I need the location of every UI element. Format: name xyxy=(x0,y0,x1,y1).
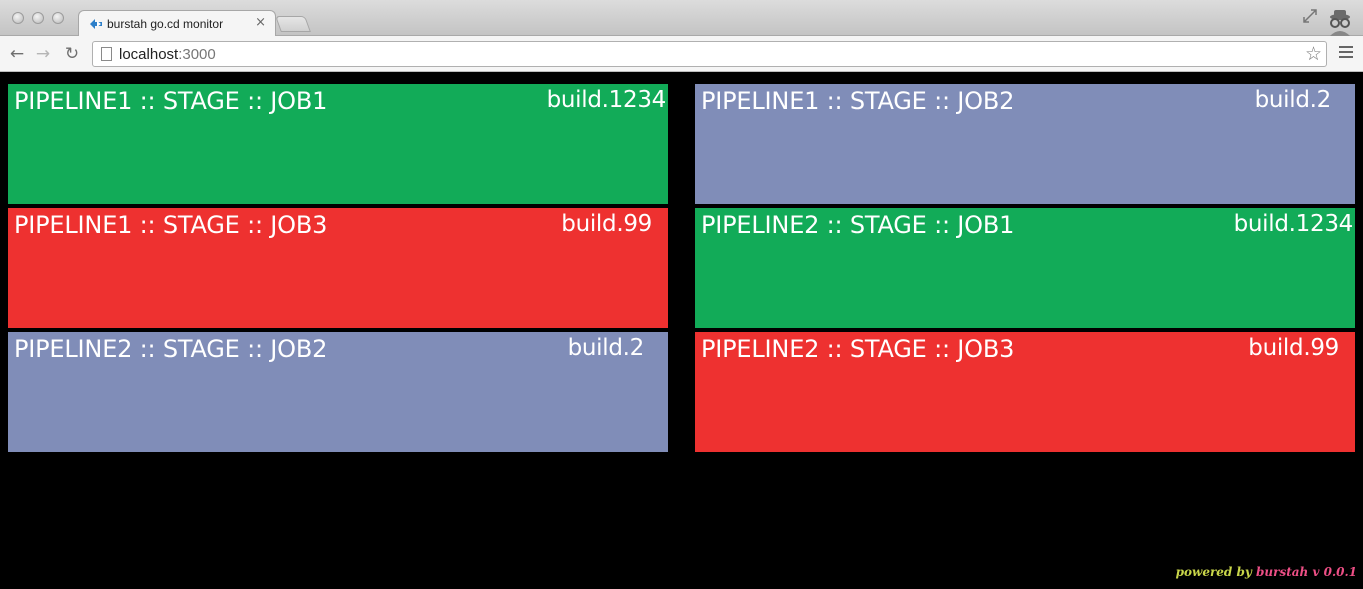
page-icon xyxy=(101,47,112,61)
job-name: PIPELINE1 :: STAGE :: JOB1 xyxy=(14,87,328,115)
job-tile[interactable]: PIPELINE2 :: STAGE :: JOB1 build.1234 xyxy=(695,208,1355,328)
brand-version-link[interactable]: burstah v 0.0.1 xyxy=(1256,565,1357,579)
url-text: localhost:3000 xyxy=(119,46,216,63)
job-tile[interactable]: PIPELINE1 :: STAGE :: JOB3 build.99 xyxy=(8,208,668,328)
tab-title: burstah go.cd monitor xyxy=(107,17,224,31)
tab-close-icon[interactable]: × xyxy=(255,15,266,30)
job-name: PIPELINE2 :: STAGE :: JOB2 xyxy=(14,335,328,363)
job-name: PIPELINE1 :: STAGE :: JOB3 xyxy=(14,211,328,239)
reload-icon[interactable]: ↻ xyxy=(62,44,82,64)
bookmark-star-icon[interactable]: ☆ xyxy=(1305,43,1322,65)
gocd-favicon-icon xyxy=(90,19,102,29)
job-tile[interactable]: PIPELINE2 :: STAGE :: JOB3 build.99 xyxy=(695,332,1355,452)
build-label: build.2 xyxy=(1254,87,1332,113)
close-window-button[interactable] xyxy=(12,12,24,24)
browser-tab[interactable]: burstah go.cd monitor × xyxy=(78,10,276,37)
new-tab-button[interactable] xyxy=(275,16,311,32)
job-tile[interactable]: PIPELINE2 :: STAGE :: JOB2 build.2 xyxy=(8,332,668,452)
browser-menu-icon[interactable] xyxy=(1339,46,1353,60)
address-bar[interactable]: localhost:3000 ☆ xyxy=(92,41,1327,67)
incognito-icon xyxy=(1330,10,1350,36)
build-label: build.1234 xyxy=(1233,211,1354,237)
fullscreen-icon[interactable] xyxy=(1302,8,1318,24)
job-name: PIPELINE2 :: STAGE :: JOB1 xyxy=(701,211,1015,239)
url-port: :3000 xyxy=(178,46,216,63)
powered-by-text: powered by xyxy=(1175,565,1252,579)
minimize-window-button[interactable] xyxy=(32,12,44,24)
powered-by-footer: powered by burstah v 0.0.1 xyxy=(1176,565,1357,579)
job-tile[interactable]: PIPELINE1 :: STAGE :: JOB2 build.2 xyxy=(695,84,1355,204)
browser-toolbar: ← → ↻ localhost:3000 ☆ xyxy=(0,36,1363,72)
job-name: PIPELINE1 :: STAGE :: JOB2 xyxy=(701,87,1015,115)
build-label: build.2 xyxy=(567,335,645,361)
browser-titlebar: burstah go.cd monitor × xyxy=(0,0,1363,37)
forward-icon[interactable]: → xyxy=(33,44,53,64)
url-host: localhost xyxy=(119,46,179,63)
zoom-window-button[interactable] xyxy=(52,12,64,24)
job-name: PIPELINE2 :: STAGE :: JOB3 xyxy=(701,335,1015,363)
back-icon[interactable]: ← xyxy=(7,44,27,64)
job-tile[interactable]: PIPELINE1 :: STAGE :: JOB1 build.1234 xyxy=(8,84,668,204)
build-label: build.99 xyxy=(1248,335,1339,361)
build-label: build.99 xyxy=(561,211,652,237)
build-label: build.1234 xyxy=(546,87,667,113)
